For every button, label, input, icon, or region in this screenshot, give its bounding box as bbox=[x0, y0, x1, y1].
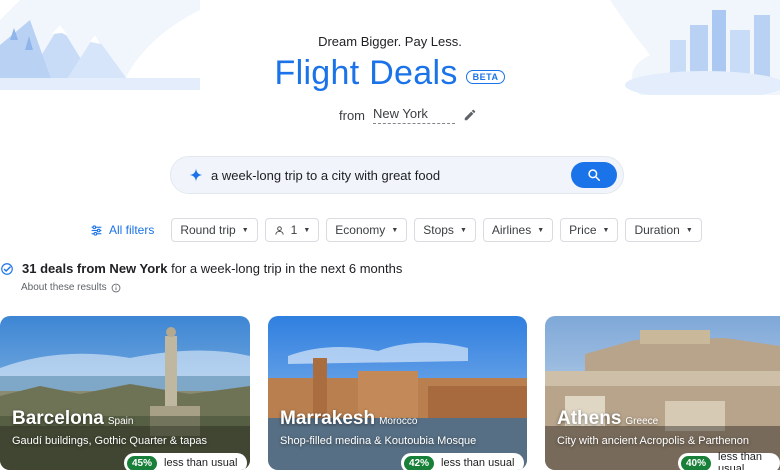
deal-text: less than usual bbox=[441, 457, 515, 469]
page-title: Flight Deals bbox=[274, 54, 458, 92]
trip-type-value: Round trip bbox=[180, 223, 236, 237]
card-description: Gaudí buildings, Gothic Quarter & tapas bbox=[12, 435, 208, 447]
chevron-down-icon: ▼ bbox=[602, 226, 610, 234]
city-name: Athens bbox=[557, 408, 622, 429]
filters-bar: All filters Round trip ▼ 1 ▼ Economy ▼ S… bbox=[90, 218, 702, 242]
deal-text: less than usual bbox=[164, 457, 238, 469]
duration-label: Duration bbox=[634, 223, 680, 237]
cabin-dropdown[interactable]: Economy ▼ bbox=[326, 218, 408, 242]
stops-dropdown[interactable]: Stops ▼ bbox=[414, 218, 476, 242]
deal-card-marrakesh[interactable]: Marrakesh Morocco Shop-filled medina & Ko… bbox=[268, 316, 527, 470]
card-city: Marrakesh Morocco bbox=[280, 408, 417, 430]
deal-percent: 42% bbox=[404, 455, 435, 470]
deal-cards: Barcelona Spain Gaudí buildings, Gothic Q… bbox=[0, 316, 780, 470]
passengers-dropdown[interactable]: 1 ▼ bbox=[264, 218, 320, 242]
country-name: Morocco bbox=[379, 416, 418, 427]
all-filters-button[interactable]: All filters bbox=[90, 223, 154, 237]
person-icon bbox=[275, 225, 284, 235]
chevron-down-icon: ▼ bbox=[391, 226, 399, 234]
country-name: Greece bbox=[625, 416, 659, 427]
card-city: Athens Greece bbox=[557, 408, 658, 430]
check-icon bbox=[1, 262, 13, 275]
pencil-icon[interactable] bbox=[463, 108, 477, 122]
chevron-down-icon: ▼ bbox=[537, 226, 545, 234]
stops-label: Stops bbox=[423, 223, 454, 237]
results-rest: for a week-long trip in the next 6 month… bbox=[167, 261, 403, 276]
chevron-down-icon: ▼ bbox=[241, 226, 249, 234]
price-dropdown[interactable]: Price ▼ bbox=[560, 218, 619, 242]
deal-badge: 42% less than usual bbox=[401, 453, 525, 470]
results-text: 31 deals from New York for a week-long t… bbox=[22, 261, 402, 276]
search-input[interactable]: a week-long trip to a city with great fo… bbox=[211, 168, 571, 183]
cabin-value: Economy bbox=[335, 223, 386, 237]
trip-type-dropdown[interactable]: Round trip ▼ bbox=[171, 218, 258, 242]
chevron-down-icon: ▼ bbox=[685, 226, 693, 234]
airlines-label: Airlines bbox=[491, 223, 532, 237]
deal-percent: 45% bbox=[127, 455, 158, 470]
chevron-down-icon: ▼ bbox=[459, 226, 467, 234]
deal-card-athens[interactable]: Athens Greece City with ancient Acropolis… bbox=[545, 316, 780, 470]
card-description: Shop-filled medina & Koutoubia Mosque bbox=[280, 435, 477, 447]
search-icon bbox=[588, 169, 601, 182]
from-label: from bbox=[339, 107, 365, 123]
deal-card-barcelona[interactable]: Barcelona Spain Gaudí buildings, Gothic Q… bbox=[0, 316, 250, 470]
price-label: Price bbox=[569, 223, 597, 237]
all-filters-label: All filters bbox=[109, 223, 155, 237]
deal-badge: 40% less than usual bbox=[678, 451, 780, 470]
card-description: City with ancient Acropolis & Parthenon bbox=[557, 435, 749, 447]
info-icon bbox=[111, 283, 120, 292]
origin-input[interactable]: New York bbox=[373, 106, 455, 124]
about-label: About these results bbox=[21, 282, 107, 293]
deal-text: less than usual bbox=[718, 451, 763, 470]
search-button[interactable] bbox=[571, 162, 617, 188]
about-results-link[interactable]: About these results bbox=[21, 282, 121, 293]
sparkle-icon bbox=[189, 168, 203, 182]
deal-badge: 45% less than usual bbox=[124, 453, 248, 470]
country-name: Spain bbox=[107, 416, 134, 427]
tagline: Dream Bigger. Pay Less. bbox=[318, 34, 462, 49]
results-summary: 31 deals from New York for a week-long t… bbox=[0, 261, 402, 276]
title-row: Flight Deals BETA bbox=[0, 54, 780, 93]
results-count: 31 deals from New York bbox=[22, 261, 168, 276]
deal-percent: 40% bbox=[681, 455, 712, 470]
chevron-down-icon: ▼ bbox=[303, 226, 311, 234]
airlines-dropdown[interactable]: Airlines ▼ bbox=[482, 218, 554, 242]
card-city: Barcelona Spain bbox=[12, 408, 133, 430]
search-box[interactable]: a week-long trip to a city with great fo… bbox=[170, 156, 624, 194]
passengers-value: 1 bbox=[290, 223, 298, 237]
city-name: Marrakesh bbox=[280, 408, 376, 429]
duration-dropdown[interactable]: Duration ▼ bbox=[625, 218, 702, 242]
city-name: Barcelona bbox=[12, 408, 104, 429]
filters-icon bbox=[91, 224, 102, 236]
beta-badge: BETA bbox=[465, 69, 506, 84]
origin-row: from New York bbox=[339, 106, 477, 124]
